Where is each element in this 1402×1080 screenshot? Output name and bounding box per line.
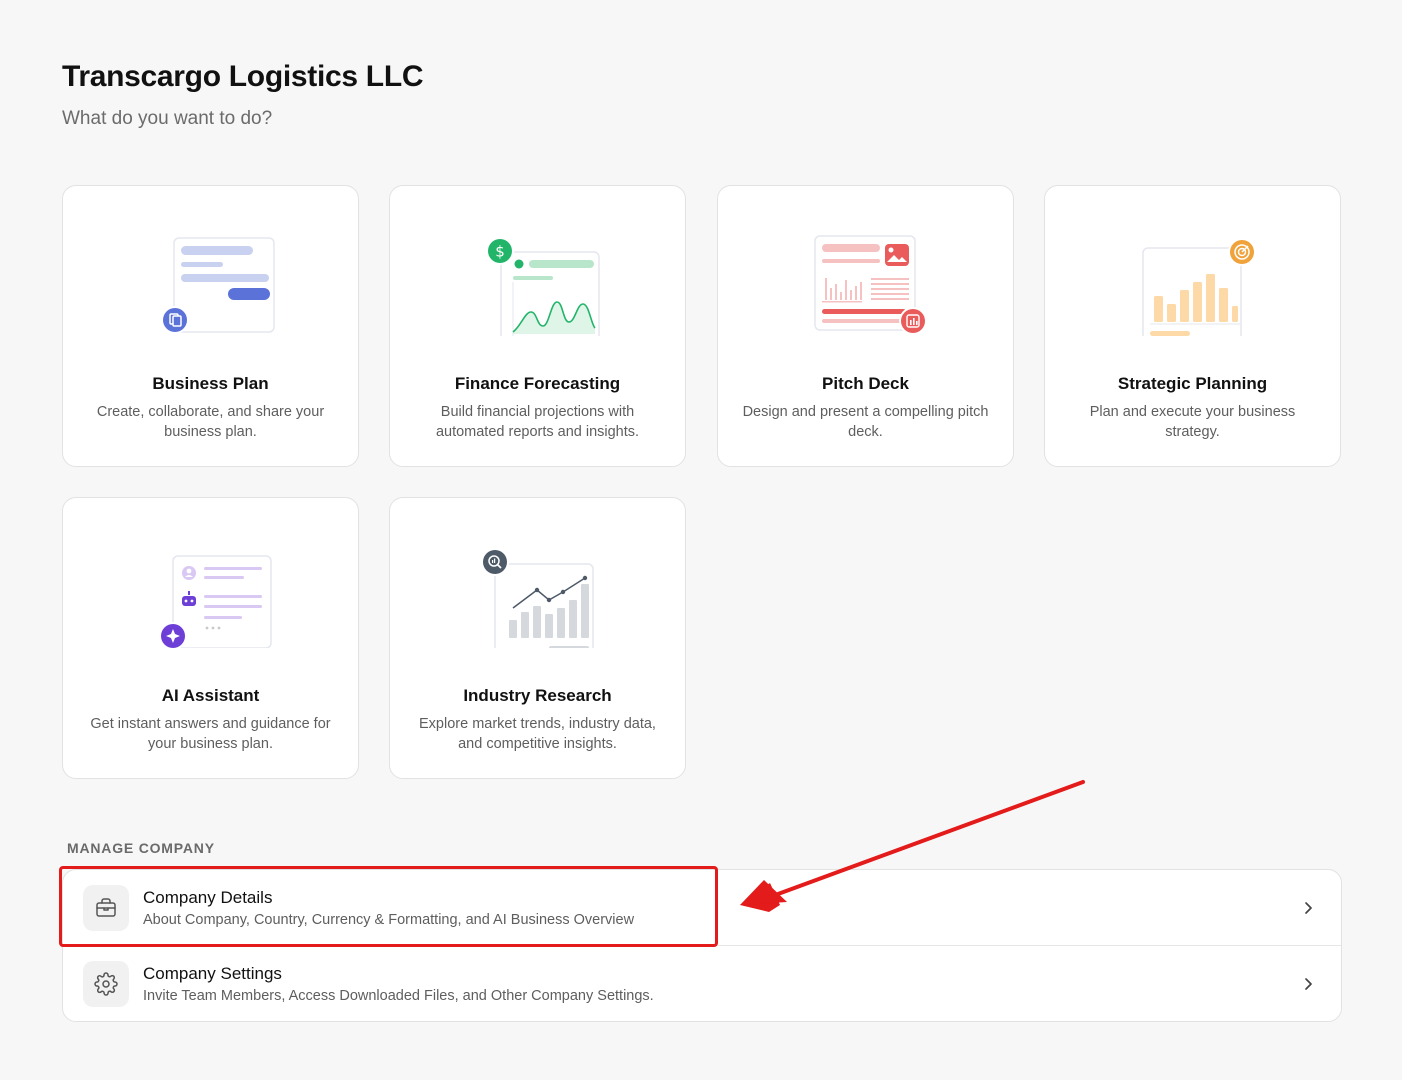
card-title: Business Plan <box>152 374 269 393</box>
ai-assistant-card[interactable]: AI Assistant Get instant answers and gui… <box>62 497 359 779</box>
target-icon <box>1227 238 1256 266</box>
gear-icon <box>83 961 129 1007</box>
svg-text:$: $ <box>495 243 505 261</box>
strategic-planning-illustration <box>1045 216 1340 366</box>
finance-forecasting-card[interactable]: $ Finance Forecasting Build financial pr… <box>389 185 686 467</box>
row-title: Company Settings <box>143 964 282 983</box>
industry-research-illustration <box>390 528 685 678</box>
industry-research-card[interactable]: Industry Research Explore market trends,… <box>389 497 686 779</box>
card-description: Design and present a compelling pitch de… <box>742 404 989 440</box>
card-title: Strategic Planning <box>1117 374 1268 393</box>
manage-company-list: Company Details About Company, Country, … <box>62 869 1342 1022</box>
dollar-icon: $ <box>485 237 514 265</box>
pitch-deck-card[interactable]: Pitch Deck Design and present a compelli… <box>717 185 1014 467</box>
briefcase-icon <box>83 885 129 931</box>
magnify-chart-icon <box>480 548 509 576</box>
row-description: About Company, Country, Currency & Forma… <box>143 912 635 928</box>
business-plan-card[interactable]: Business Plan Create, collaborate, and s… <box>62 185 359 467</box>
chevron-right-icon <box>1301 974 1317 999</box>
pitch-deck-illustration <box>718 216 1013 366</box>
row-description: Invite Team Members, Access Downloaded F… <box>143 988 654 1004</box>
finance-forecasting-illustration: $ <box>390 216 685 366</box>
page-subtitle: What do you want to do? <box>62 108 273 129</box>
card-title: Finance Forecasting <box>454 374 621 393</box>
page-title: Transcargo Logistics LLC <box>62 60 424 93</box>
presentation-chart-icon <box>898 307 927 335</box>
ai-assistant-illustration <box>63 528 358 678</box>
chevron-right-icon <box>1301 898 1317 923</box>
strategic-planning-card[interactable]: Strategic Planning Plan and execute your… <box>1044 185 1341 467</box>
card-title: Pitch Deck <box>822 374 909 393</box>
row-title: Company Details <box>143 888 273 907</box>
card-description: Create, collaborate, and share your busi… <box>96 404 325 440</box>
card-description: Plan and execute your business strategy. <box>1089 404 1296 440</box>
business-plan-illustration <box>63 216 358 366</box>
company-details-row[interactable]: Company Details About Company, Country, … <box>63 870 1341 946</box>
card-description: Build financial projections with automat… <box>435 404 640 440</box>
card-title: Industry Research <box>463 686 612 705</box>
document-icon <box>160 306 189 334</box>
card-description: Explore market trends, industry data, an… <box>419 716 656 752</box>
manage-company-heading: MANAGE COMPANY <box>67 840 215 856</box>
company-settings-row[interactable]: Company Settings Invite Team Members, Ac… <box>63 946 1341 1021</box>
card-description: Get instant answers and guidance for you… <box>90 716 331 752</box>
card-title: AI Assistant <box>161 686 260 705</box>
